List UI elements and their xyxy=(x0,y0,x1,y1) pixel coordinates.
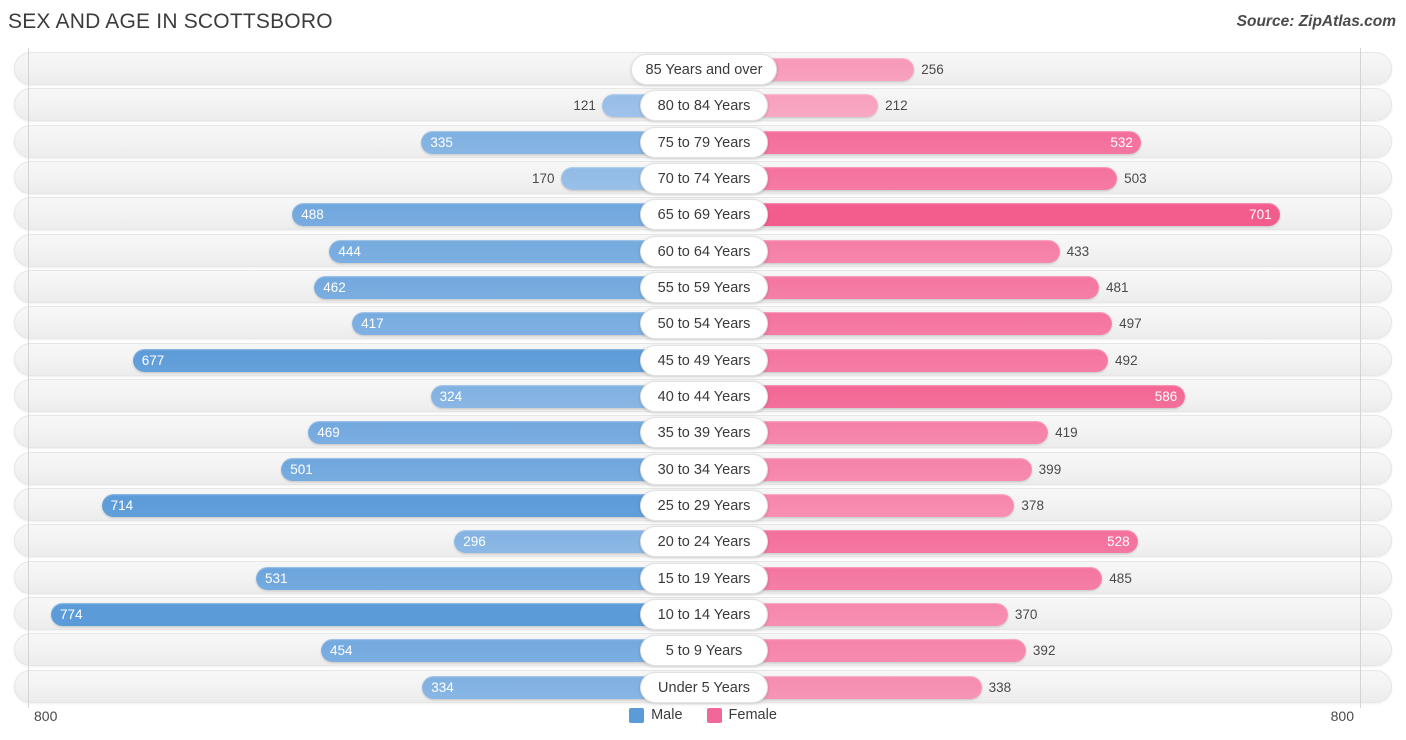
female-value-label: 256 xyxy=(921,62,944,77)
female-value-label: 419 xyxy=(1055,425,1078,441)
female-value-label: 485 xyxy=(1109,570,1132,586)
legend-swatch-icon xyxy=(629,707,645,723)
legend-swatch-icon xyxy=(706,707,722,723)
axis-line-right xyxy=(1360,48,1361,708)
female-value-label: 586 xyxy=(1154,388,1178,404)
male-value-label: 334 xyxy=(431,679,454,695)
age-group-row: 334 338 Under 5 Years xyxy=(14,669,1392,703)
female-bar xyxy=(704,130,1141,154)
population-pyramid-plot: 3025685 Years and over12121280 to 84 Yea… xyxy=(0,48,1406,708)
age-group-label: 15 to 19 Years xyxy=(640,562,768,594)
age-group-row: 296 528 20 to 24 Years xyxy=(14,524,1392,558)
age-group-label: 65 to 69 Years xyxy=(640,199,768,231)
age-group-row: 3025685 Years and over xyxy=(14,52,1392,85)
age-group-label: 25 to 29 Years xyxy=(640,489,768,521)
male-value-label: 677 xyxy=(141,352,165,368)
axis-line-left xyxy=(28,48,29,708)
page-title: SEX AND AGE IN SCOTTSBORO xyxy=(8,10,333,33)
age-group-label: 50 to 54 Years xyxy=(640,308,768,340)
age-group-label: 40 to 44 Years xyxy=(640,380,768,412)
male-bar xyxy=(132,348,704,372)
legend-label: Female xyxy=(728,707,777,723)
male-value-label: 531 xyxy=(264,570,288,586)
age-group-row: 462 481 55 to 59 Years xyxy=(14,269,1392,303)
female-bar xyxy=(704,203,1280,227)
male-value-label: 501 xyxy=(290,461,313,477)
age-group-label: 20 to 24 Years xyxy=(640,526,768,558)
male-value-label: 324 xyxy=(439,388,463,404)
male-value-label: 462 xyxy=(323,279,346,295)
age-group-row: 774 370 10 to 14 Years xyxy=(14,596,1392,630)
male-value-label: 335 xyxy=(430,134,453,150)
age-group-label: 45 to 49 Years xyxy=(640,344,768,376)
age-group-label: 55 to 59 Years xyxy=(640,271,768,303)
female-value-label: 481 xyxy=(1106,279,1129,295)
age-group-label: 80 to 84 Years xyxy=(640,90,768,122)
age-group-label: 75 to 79 Years xyxy=(640,126,768,158)
female-value-label: 370 xyxy=(1014,606,1038,622)
age-group-label: 5 to 9 Years xyxy=(640,635,768,667)
age-group-label: 70 to 74 Years xyxy=(640,162,768,194)
female-value-label: 392 xyxy=(1032,643,1056,659)
female-value-label: 399 xyxy=(1038,461,1062,477)
age-group-row: 454 392 5 to 9 Years xyxy=(14,633,1392,667)
female-value-label: 212 xyxy=(885,98,908,114)
legend-item-female[interactable]: Female xyxy=(706,707,777,723)
age-group-label: Under 5 Years xyxy=(640,671,768,703)
male-value-label: 488 xyxy=(301,207,324,223)
female-value-label: 433 xyxy=(1066,243,1090,259)
age-group-label: 60 to 64 Years xyxy=(640,235,768,267)
male-value-label: 296 xyxy=(463,534,486,550)
female-value-label: 378 xyxy=(1021,497,1044,513)
age-group-row: 324 586 40 to 44 Years xyxy=(14,378,1392,412)
male-value-label: 444 xyxy=(338,243,361,259)
male-value-label: 121 xyxy=(573,98,596,114)
male-value-label: 469 xyxy=(317,425,340,441)
age-group-row: 677 492 45 to 49 Years xyxy=(14,342,1392,376)
age-group-row: 501 399 30 to 34 Years xyxy=(14,451,1392,485)
age-group-row: 121 212 80 to 84 Years xyxy=(14,88,1392,122)
female-value-label: 532 xyxy=(1110,134,1133,150)
male-bar xyxy=(101,493,704,517)
male-bar xyxy=(255,566,704,590)
male-value-label: 417 xyxy=(361,316,384,332)
female-value-label: 528 xyxy=(1107,534,1130,550)
age-group-label: 30 to 34 Years xyxy=(640,453,768,485)
age-group-label: 85 Years and over xyxy=(630,54,778,85)
legend-label: Male xyxy=(651,707,683,723)
female-value-label: 492 xyxy=(1115,352,1138,368)
age-group-row: 488 701 65 to 69 Years xyxy=(14,197,1392,231)
male-value-label: 170 xyxy=(532,170,555,186)
age-group-row: 469 419 35 to 39 Years xyxy=(14,415,1392,449)
age-group-row: 444 433 60 to 64 Years xyxy=(14,233,1392,267)
age-group-label: 35 to 39 Years xyxy=(640,417,768,449)
female-value-label: 503 xyxy=(1124,170,1147,186)
female-value-label: 497 xyxy=(1119,316,1142,332)
male-value-label: 714 xyxy=(110,497,134,513)
source-attribution: Source: ZipAtlas.com xyxy=(1236,13,1396,30)
chart-legend: Male Female xyxy=(0,707,1406,723)
female-bar xyxy=(704,384,1186,408)
female-bar xyxy=(704,530,1138,554)
male-value-label: 774 xyxy=(59,606,83,622)
age-group-row: 531 485 15 to 19 Years xyxy=(14,560,1392,594)
age-group-label: 10 to 14 Years xyxy=(640,598,768,630)
age-group-row: 170 503 70 to 74 Years xyxy=(14,160,1392,194)
female-value-label: 338 xyxy=(988,679,1012,695)
age-group-row: 335 532 75 to 79 Years xyxy=(14,124,1392,158)
age-group-row: 417 497 50 to 54 Years xyxy=(14,306,1392,340)
chart-footer: 800 800 Male Female xyxy=(0,702,1406,740)
male-value-label: 454 xyxy=(329,643,353,659)
chart-page: SEX AND AGE IN SCOTTSBORO Source: ZipAtl… xyxy=(0,0,1406,740)
female-value-label: 701 xyxy=(1249,207,1272,223)
legend-item-male[interactable]: Male xyxy=(629,707,683,723)
age-group-row: 714 378 25 to 29 Years xyxy=(14,487,1392,521)
male-bar xyxy=(50,602,704,626)
